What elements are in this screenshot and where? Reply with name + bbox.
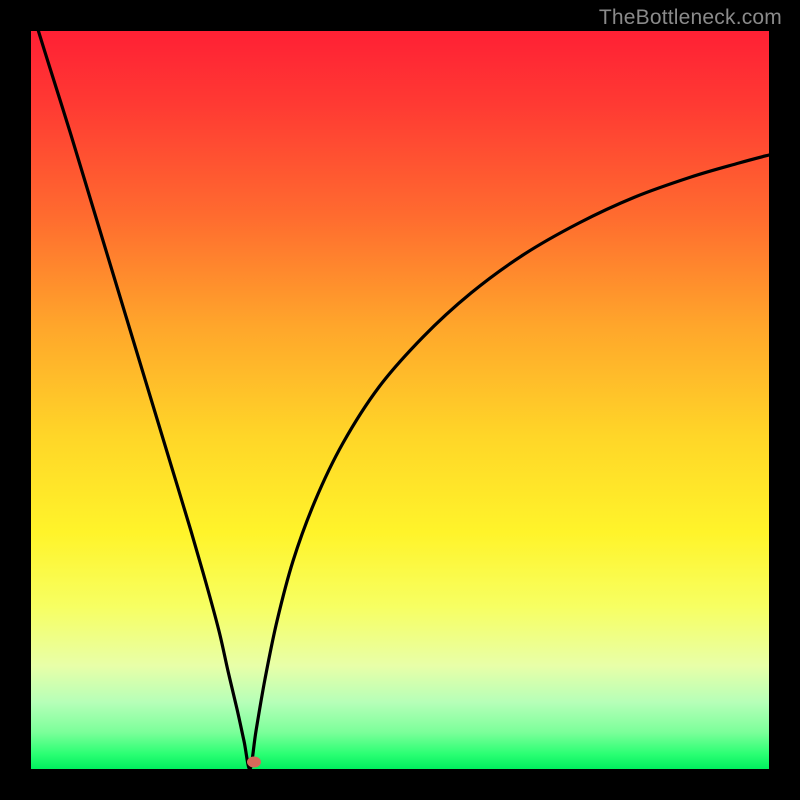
bottleneck-curve [31,31,769,769]
minimum-marker-dot [247,757,261,768]
chart-frame: TheBottleneck.com [0,0,800,800]
plot-area [31,31,769,769]
watermark-text: TheBottleneck.com [599,6,782,30]
